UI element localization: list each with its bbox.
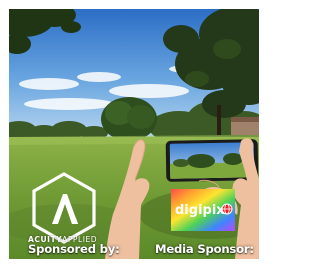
digipix-wordmark: digipix	[175, 203, 225, 218]
hexagon-a-logo-icon	[32, 172, 96, 244]
sponsor-banner: ACUITYAPPLIED digipix Sponsored by: Medi…	[9, 9, 259, 259]
sponsored-by-label: Sponsored by:	[28, 242, 120, 256]
digipix-rainbow-logo-icon: digipix	[171, 189, 235, 231]
media-sponsor-label: Media Sponsor:	[155, 242, 254, 256]
globe-icon	[221, 203, 233, 215]
